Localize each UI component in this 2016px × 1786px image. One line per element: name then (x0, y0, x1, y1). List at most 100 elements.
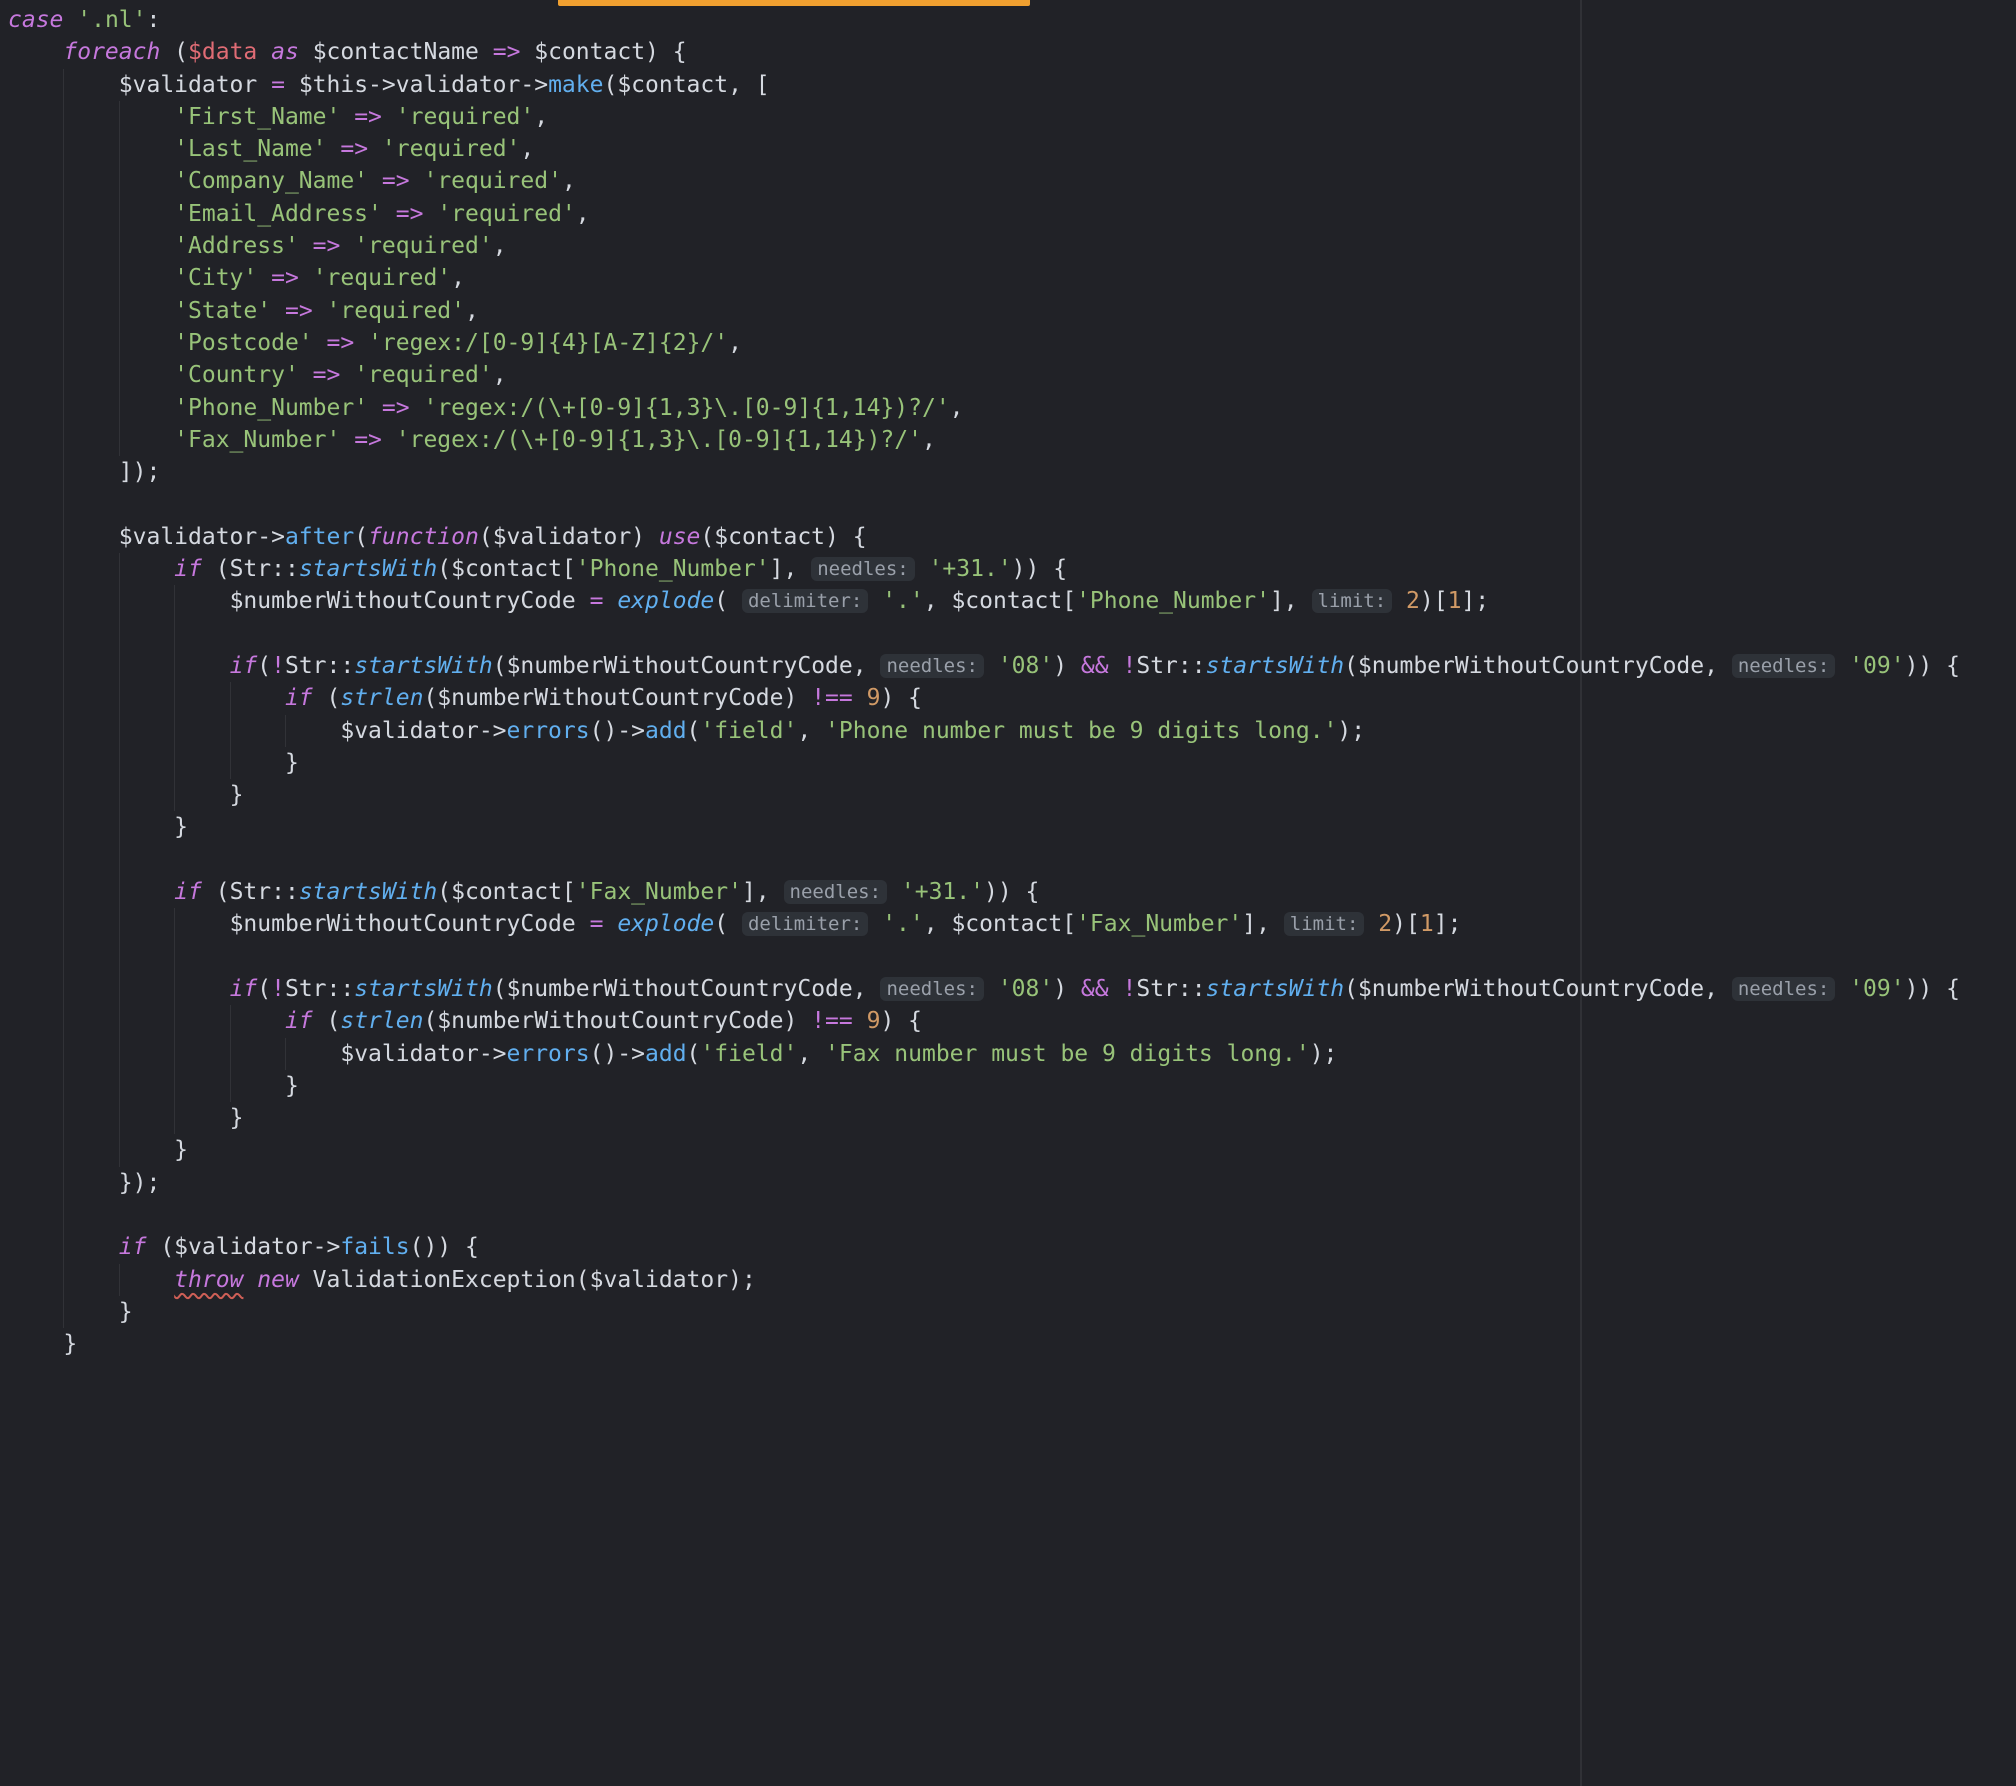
code-token (340, 427, 354, 453)
code-editor: case '.nl': foreach ($data as $contactNa… (0, 0, 2016, 1786)
code-token: , (728, 330, 742, 356)
code-line[interactable]: if(!Str::startsWith($numberWithoutCountr… (8, 650, 2016, 682)
code-token: 'Fax number must be 9 digits long.' (825, 1041, 1310, 1067)
code-line[interactable]: $validator = $this->validator->make($con… (8, 69, 2016, 101)
code-token (243, 1267, 257, 1293)
code-line[interactable] (8, 488, 2016, 520)
code-line[interactable]: foreach ($data as $contactName => $conta… (8, 36, 2016, 68)
code-line[interactable]: if ($validator->fails()) { (8, 1231, 2016, 1263)
inlay-hint: needles: (811, 557, 915, 581)
code-token: use (659, 524, 701, 550)
inlay-hint: needles: (1732, 977, 1836, 1001)
code-line[interactable]: if (Str::startsWith($contact['Phone_Numb… (8, 553, 2016, 585)
code-token: , (576, 201, 590, 227)
code-line[interactable]: $validator->errors()->add('field', 'Fax … (8, 1038, 2016, 1070)
code-token: ($validator) (479, 524, 659, 550)
code-line[interactable]: } (8, 1134, 2016, 1166)
code-token (1392, 588, 1406, 614)
code-line[interactable]: if (strlen($numberWithoutCountryCode) !=… (8, 1005, 2016, 1037)
code-line[interactable]: if (strlen($numberWithoutCountryCode) !=… (8, 682, 2016, 714)
code-line[interactable]: }); (8, 1167, 2016, 1199)
code-token: 'required' (313, 265, 451, 291)
code-token: : (147, 7, 161, 33)
code-line[interactable]: 'Fax_Number' => 'regex:/(\+[0-9]{1,3}\.[… (8, 424, 2016, 456)
code-token (410, 168, 424, 194)
code-token: ( (160, 39, 188, 65)
code-line[interactable]: 'Postcode' => 'regex:/[0-9]{4}[A-Z]{2}/'… (8, 327, 2016, 359)
code-token (1835, 653, 1849, 679)
code-line[interactable]: } (8, 1296, 2016, 1328)
code-token: explode (617, 588, 714, 614)
code-line[interactable]: $validator->after(function($validator) u… (8, 521, 2016, 553)
code-line[interactable]: $numberWithoutCountryCode = explode( del… (8, 585, 2016, 617)
code-line[interactable]: } (8, 779, 2016, 811)
code-token (603, 588, 617, 614)
code-line[interactable]: 'Phone_Number' => 'regex:/(\+[0-9]{1,3}\… (8, 392, 2016, 424)
code-token: as (271, 39, 299, 65)
code-token: 'Last_Name' (174, 136, 326, 162)
code-token: (Str:: (202, 879, 299, 905)
code-line[interactable] (8, 618, 2016, 650)
code-line[interactable]: case '.nl': (8, 4, 2016, 36)
code-line[interactable]: 'Address' => 'required', (8, 230, 2016, 262)
code-token (915, 556, 929, 582)
code-token (603, 911, 617, 937)
code-line[interactable]: $numberWithoutCountryCode = explode( del… (8, 908, 2016, 940)
code-token: errors (507, 1041, 590, 1067)
code-line[interactable]: 'City' => 'required', (8, 262, 2016, 294)
code-token: ()-> (590, 1041, 645, 1067)
code-line[interactable]: if(!Str::startsWith($numberWithoutCountr… (8, 973, 2016, 1005)
code-token: Str:: (1136, 653, 1205, 679)
code-line[interactable]: } (8, 1328, 2016, 1360)
code-token (299, 362, 313, 388)
code-line[interactable]: $validator->errors()->add('field', 'Phon… (8, 715, 2016, 747)
code-line[interactable]: 'Company_Name' => 'required', (8, 165, 2016, 197)
code-line[interactable] (8, 1199, 2016, 1231)
code-token: $validator (119, 72, 271, 98)
code-token: ( (257, 976, 271, 1002)
code-token: => (313, 362, 341, 388)
code-line[interactable]: throw new ValidationException($validator… (8, 1264, 2016, 1296)
code-line[interactable]: ]); (8, 456, 2016, 488)
code-token: Str:: (285, 976, 354, 1002)
code-token (271, 298, 285, 324)
code-line[interactable]: 'Email_Address' => 'required', (8, 198, 2016, 230)
code-token: 'required' (354, 233, 492, 259)
code-token: explode (617, 911, 714, 937)
code-area[interactable]: case '.nl': foreach ($data as $contactNa… (0, 0, 2016, 1786)
code-token: fails (340, 1234, 409, 1260)
code-token: '09' (1849, 976, 1904, 1002)
code-line[interactable]: } (8, 811, 2016, 843)
code-token: 'State' (174, 298, 271, 324)
code-token: !== (811, 1008, 853, 1034)
code-token: , (520, 136, 534, 162)
code-line[interactable]: 'First_Name' => 'required', (8, 101, 2016, 133)
code-token: 'regex:/(\+[0-9]{1,3}\.[0-9]{1,14})?/' (423, 395, 949, 421)
code-token (382, 104, 396, 130)
code-line[interactable]: 'State' => 'required', (8, 295, 2016, 327)
code-line[interactable]: 'Last_Name' => 'required', (8, 133, 2016, 165)
code-token: ) (1053, 653, 1081, 679)
code-line[interactable]: if (Str::startsWith($contact['Fax_Number… (8, 876, 2016, 908)
code-token: $contactName (299, 39, 493, 65)
code-token (382, 201, 396, 227)
code-token: '.nl' (77, 7, 146, 33)
code-token: && (1081, 653, 1109, 679)
code-token: case (8, 7, 63, 33)
code-token: ! (1122, 653, 1136, 679)
code-token (984, 976, 998, 1002)
code-line[interactable] (8, 941, 2016, 973)
code-token (313, 330, 327, 356)
code-line[interactable]: } (8, 1070, 2016, 1102)
code-token: make (548, 72, 603, 98)
code-line[interactable] (8, 844, 2016, 876)
code-token: ()) { (410, 1234, 479, 1260)
code-token: }); (119, 1170, 161, 1196)
code-token (868, 588, 882, 614)
code-token: => (382, 168, 410, 194)
code-token (257, 39, 271, 65)
code-line[interactable]: 'Country' => 'required', (8, 359, 2016, 391)
code-line[interactable]: } (8, 1102, 2016, 1134)
code-line[interactable]: } (8, 747, 2016, 779)
code-token: 'required' (327, 298, 465, 324)
